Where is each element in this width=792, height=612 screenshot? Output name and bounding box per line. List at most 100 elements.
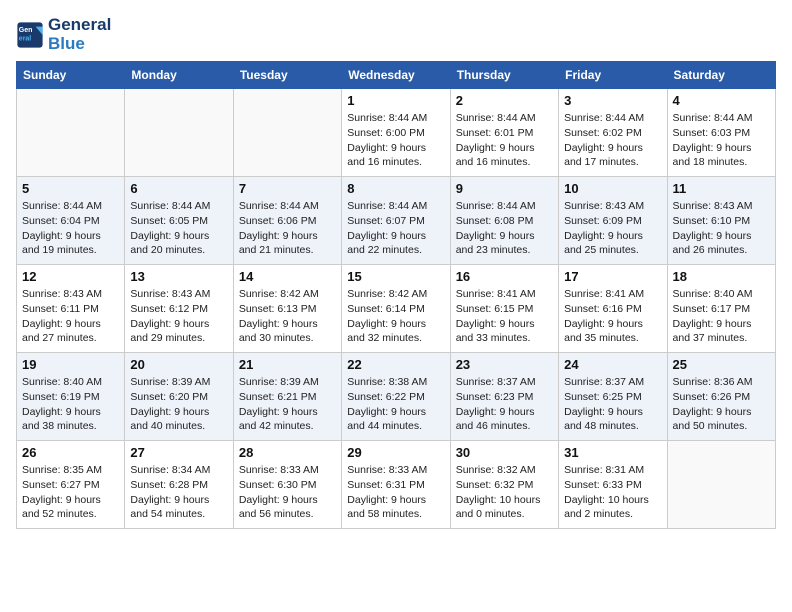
day-number: 23 — [456, 357, 553, 372]
day-info: Sunrise: 8:33 AMSunset: 6:30 PMDaylight:… — [239, 463, 336, 522]
day-number: 18 — [673, 269, 770, 284]
calendar-cell: 17Sunrise: 8:41 AMSunset: 6:16 PMDayligh… — [559, 265, 667, 353]
svg-text:Gen: Gen — [19, 27, 33, 34]
calendar-week-row: 12 Sunrise: 8:43 AMSunset: 6:11 PMDayligh… — [17, 265, 776, 353]
calendar-cell: 28 Sunrise: 8:33 AMSunset: 6:30 PMDayligh… — [233, 441, 341, 529]
calendar-cell — [125, 89, 233, 177]
calendar-cell: 1 Sunrise: 8:44 AMSunset: 6:00 PMDaylight… — [342, 89, 450, 177]
weekday-header: Sunday — [17, 62, 125, 89]
weekday-header: Thursday — [450, 62, 558, 89]
day-info: Sunrise: 8:44 AMSunset: 6:03 PMDaylight:… — [673, 111, 770, 170]
day-info: Sunrise: 8:32 AMSunset: 6:32 PMDaylight:… — [456, 463, 553, 522]
day-info: Sunrise: 8:35 AMSunset: 6:27 PMDaylight:… — [22, 463, 119, 522]
calendar-cell: 7 Sunrise: 8:44 AMSunset: 6:06 PMDaylight… — [233, 177, 341, 265]
day-number: 20 — [130, 357, 227, 372]
calendar-cell: 31Sunrise: 8:31 AMSunset: 6:33 PMDayligh… — [559, 441, 667, 529]
svg-text:eral: eral — [19, 35, 32, 42]
day-info: Sunrise: 8:43 AMSunset: 6:12 PMDaylight:… — [130, 287, 227, 346]
calendar-table: SundayMondayTuesdayWednesdayThursdayFrid… — [16, 61, 776, 529]
calendar-cell: 21 Sunrise: 8:39 AMSunset: 6:21 PMDayligh… — [233, 353, 341, 441]
day-number: 15 — [347, 269, 444, 284]
calendar-cell: 24 Sunrise: 8:37 AMSunset: 6:25 PMDayligh… — [559, 353, 667, 441]
day-number: 24 — [564, 357, 661, 372]
day-info: Sunrise: 8:34 AMSunset: 6:28 PMDaylight:… — [130, 463, 227, 522]
day-number: 31 — [564, 445, 661, 460]
calendar-cell — [233, 89, 341, 177]
weekday-header: Monday — [125, 62, 233, 89]
calendar-cell: 5 Sunrise: 8:44 AMSunset: 6:04 PMDaylight… — [17, 177, 125, 265]
day-info: Sunrise: 8:37 AMSunset: 6:25 PMDaylight:… — [564, 375, 661, 434]
day-number: 2 — [456, 93, 553, 108]
day-number: 27 — [130, 445, 227, 460]
day-number: 21 — [239, 357, 336, 372]
calendar-cell: 23Sunrise: 8:37 AMSunset: 6:23 PMDayligh… — [450, 353, 558, 441]
page-header: Gen eral General Blue — [16, 16, 776, 53]
calendar-cell: 2 Sunrise: 8:44 AMSunset: 6:01 PMDaylight… — [450, 89, 558, 177]
calendar-cell: 29 Sunrise: 8:33 AMSunset: 6:31 PMDayligh… — [342, 441, 450, 529]
calendar-cell: 26 Sunrise: 8:35 AMSunset: 6:27 PMDayligh… — [17, 441, 125, 529]
day-info: Sunrise: 8:43 AMSunset: 6:11 PMDaylight:… — [22, 287, 119, 346]
calendar-cell — [667, 441, 775, 529]
logo: Gen eral General Blue — [16, 16, 111, 53]
day-info: Sunrise: 8:44 AMSunset: 6:04 PMDaylight:… — [22, 199, 119, 258]
day-info: Sunrise: 8:38 AMSunset: 6:22 PMDaylight:… — [347, 375, 444, 434]
day-info: Sunrise: 8:42 AMSunset: 6:13 PMDaylight:… — [239, 287, 336, 346]
day-number: 1 — [347, 93, 444, 108]
calendar-cell: 6 Sunrise: 8:44 AMSunset: 6:05 PMDaylight… — [125, 177, 233, 265]
calendar-week-row: 19 Sunrise: 8:40 AMSunset: 6:19 PMDayligh… — [17, 353, 776, 441]
calendar-cell: 16 Sunrise: 8:41 AMSunset: 6:15 PMDayligh… — [450, 265, 558, 353]
day-number: 28 — [239, 445, 336, 460]
logo-text: General Blue — [48, 16, 111, 53]
day-number: 30 — [456, 445, 553, 460]
day-number: 3 — [564, 93, 661, 108]
day-info: Sunrise: 8:40 AMSunset: 6:19 PMDaylight:… — [22, 375, 119, 434]
day-info: Sunrise: 8:43 AMSunset: 6:09 PMDaylight:… — [564, 199, 661, 258]
calendar-cell: 10 Sunrise: 8:43 AMSunset: 6:09 PMDayligh… — [559, 177, 667, 265]
day-number: 11 — [673, 181, 770, 196]
day-info: Sunrise: 8:44 AMSunset: 6:01 PMDaylight:… — [456, 111, 553, 170]
day-info: Sunrise: 8:44 AMSunset: 6:06 PMDaylight:… — [239, 199, 336, 258]
calendar-cell: 18 Sunrise: 8:40 AMSunset: 6:17 PMDayligh… — [667, 265, 775, 353]
calendar-cell: 15Sunrise: 8:42 AMSunset: 6:14 PMDayligh… — [342, 265, 450, 353]
day-number: 14 — [239, 269, 336, 284]
day-info: Sunrise: 8:41 AMSunset: 6:15 PMDaylight:… — [456, 287, 553, 346]
day-number: 12 — [22, 269, 119, 284]
day-info: Sunrise: 8:36 AMSunset: 6:26 PMDaylight:… — [673, 375, 770, 434]
logo-icon: Gen eral — [16, 21, 44, 49]
calendar-cell: 25 Sunrise: 8:36 AMSunset: 6:26 PMDayligh… — [667, 353, 775, 441]
day-number: 26 — [22, 445, 119, 460]
weekday-header: Saturday — [667, 62, 775, 89]
day-number: 13 — [130, 269, 227, 284]
calendar-cell: 13 Sunrise: 8:43 AMSunset: 6:12 PMDayligh… — [125, 265, 233, 353]
weekday-header: Tuesday — [233, 62, 341, 89]
day-info: Sunrise: 8:39 AMSunset: 6:21 PMDaylight:… — [239, 375, 336, 434]
calendar-cell: 27 Sunrise: 8:34 AMSunset: 6:28 PMDayligh… — [125, 441, 233, 529]
day-info: Sunrise: 8:44 AMSunset: 6:08 PMDaylight:… — [456, 199, 553, 258]
day-info: Sunrise: 8:44 AMSunset: 6:05 PMDaylight:… — [130, 199, 227, 258]
day-number: 22 — [347, 357, 444, 372]
day-info: Sunrise: 8:44 AMSunset: 6:07 PMDaylight:… — [347, 199, 444, 258]
day-number: 29 — [347, 445, 444, 460]
weekday-header: Friday — [559, 62, 667, 89]
day-number: 5 — [22, 181, 119, 196]
day-info: Sunrise: 8:40 AMSunset: 6:17 PMDaylight:… — [673, 287, 770, 346]
calendar-cell: 11Sunrise: 8:43 AMSunset: 6:10 PMDayligh… — [667, 177, 775, 265]
day-number: 19 — [22, 357, 119, 372]
day-info: Sunrise: 8:44 AMSunset: 6:02 PMDaylight:… — [564, 111, 661, 170]
day-number: 16 — [456, 269, 553, 284]
day-info: Sunrise: 8:33 AMSunset: 6:31 PMDaylight:… — [347, 463, 444, 522]
calendar-cell: 12 Sunrise: 8:43 AMSunset: 6:11 PMDayligh… — [17, 265, 125, 353]
calendar-week-row: 1 Sunrise: 8:44 AMSunset: 6:00 PMDaylight… — [17, 89, 776, 177]
calendar-cell: 4Sunrise: 8:44 AMSunset: 6:03 PMDaylight… — [667, 89, 775, 177]
calendar-cell: 30 Sunrise: 8:32 AMSunset: 6:32 PMDayligh… — [450, 441, 558, 529]
day-info: Sunrise: 8:41 AMSunset: 6:16 PMDaylight:… — [564, 287, 661, 346]
calendar-cell — [17, 89, 125, 177]
day-number: 6 — [130, 181, 227, 196]
day-number: 7 — [239, 181, 336, 196]
calendar-cell: 14 Sunrise: 8:42 AMSunset: 6:13 PMDayligh… — [233, 265, 341, 353]
day-number: 25 — [673, 357, 770, 372]
day-number: 10 — [564, 181, 661, 196]
calendar-week-row: 5 Sunrise: 8:44 AMSunset: 6:04 PMDaylight… — [17, 177, 776, 265]
day-info: Sunrise: 8:44 AMSunset: 6:00 PMDaylight:… — [347, 111, 444, 170]
calendar-header-row: SundayMondayTuesdayWednesdayThursdayFrid… — [17, 62, 776, 89]
